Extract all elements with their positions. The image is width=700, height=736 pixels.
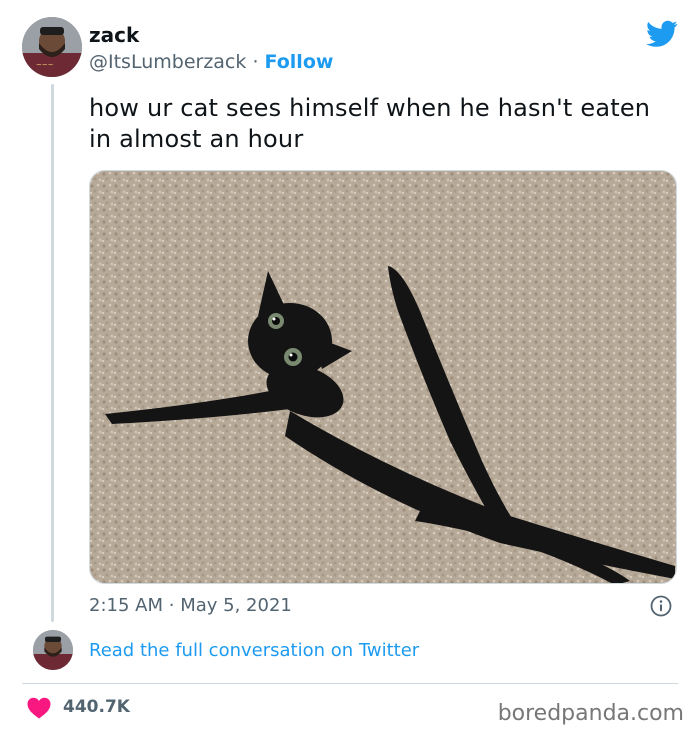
- author-handle-row: @ItsLumberzack · Follow: [89, 49, 333, 75]
- tweet-time: 2:15 AM: [89, 595, 163, 616]
- author-avatar[interactable]: ~~~: [22, 17, 82, 77]
- author-handle[interactable]: @ItsLumberzack: [89, 51, 246, 73]
- author-display-name[interactable]: zack: [89, 22, 139, 48]
- thread-line: [51, 84, 54, 622]
- tweet-photo[interactable]: [89, 170, 677, 584]
- heart-icon[interactable]: [27, 697, 51, 719]
- handle-separator: ·: [252, 51, 259, 73]
- tweet-timestamp[interactable]: 2:15 AM · May 5, 2021: [89, 594, 292, 618]
- like-count: 440.7K: [63, 697, 130, 717]
- svg-text:~~~: ~~~: [36, 61, 54, 69]
- tweet-text: how ur cat sees himself when he hasn't e…: [89, 94, 651, 153]
- twitter-bird-icon[interactable]: [646, 20, 678, 48]
- divider: [22, 683, 678, 684]
- follow-button[interactable]: Follow: [265, 51, 334, 73]
- conversation-avatar[interactable]: [33, 630, 73, 670]
- cat-on-carpet-image: [90, 171, 676, 583]
- boredpanda-watermark: boredpanda.com: [497, 701, 684, 726]
- tweet-date: May 5, 2021: [180, 595, 292, 616]
- read-full-conversation-link[interactable]: Read the full conversation on Twitter: [89, 639, 419, 663]
- info-icon[interactable]: [650, 595, 672, 617]
- timestamp-separator: ·: [168, 595, 175, 616]
